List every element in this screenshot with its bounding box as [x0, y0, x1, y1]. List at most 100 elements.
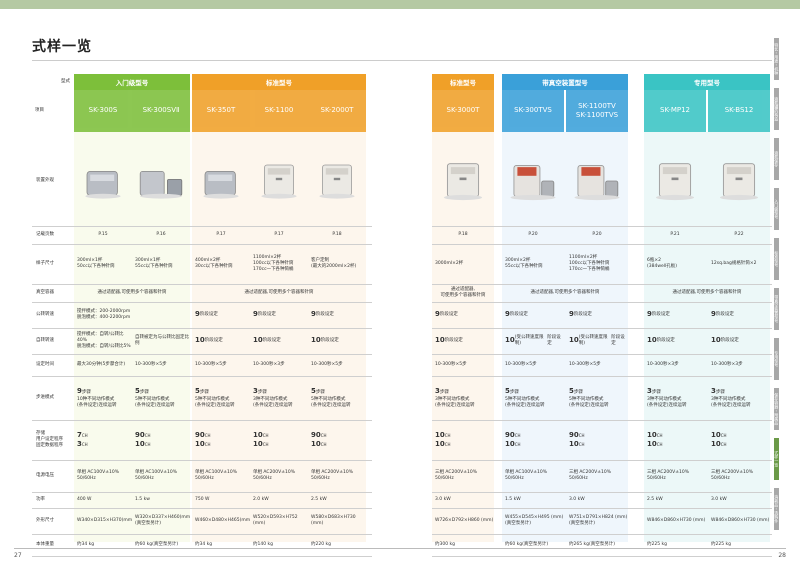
- l-rotation-2-setting: 阶段设定: [204, 337, 223, 343]
- r-time-3: 10-300秒×3步: [647, 361, 679, 367]
- l-steps-1-desc: 5种不同动作模式 (条件设定)连续运转: [135, 396, 175, 408]
- r-steps-0-count: 3步骤: [435, 387, 449, 396]
- r-speed-3: 9 阶段设定: [644, 302, 706, 328]
- side-tab-1[interactable]: 液氮罐的构造: [774, 88, 780, 130]
- r-memory-0-ch-1: CH: [444, 442, 451, 447]
- l-vessel-entry: 通过适配器,可使用多个容器和针筒: [97, 289, 167, 295]
- device-image: [502, 136, 564, 226]
- r-rotation-2-setting: 阶段设定: [611, 334, 625, 346]
- l-model-1: SK-300SVⅡ: [132, 90, 190, 132]
- r-page-1: P.20: [528, 231, 538, 237]
- l-memory-0-line-1: 3CH: [77, 440, 88, 449]
- l-speed-4-setting: 阶段设定: [315, 311, 334, 317]
- l-size-0: W340×D315×H370(mm): [77, 517, 132, 523]
- l-rotation-2: 10 阶段设定: [192, 328, 250, 354]
- row-label-time: 设定时间: [36, 362, 54, 368]
- l-power-0: 400 W: [77, 496, 92, 502]
- r-memory-0-line-1: 10CH: [435, 440, 451, 449]
- r-memory-4: 10CH 10CH: [708, 420, 770, 460]
- l-page-2: P.17: [216, 231, 226, 237]
- title-divider: [32, 60, 772, 61]
- r-steps-2-count: 5步骤: [569, 387, 583, 396]
- l-rotation-1: 自转被定为与公转比固定比例: [135, 334, 189, 346]
- l-memory-1-ch-1: CH: [144, 442, 151, 447]
- l-steps-3-count: 3步骤: [253, 387, 267, 396]
- side-tab-3[interactable]: 入门级型号: [774, 188, 780, 230]
- r-vessel-special: 通过适配器,可使用多个容器和针筒: [672, 289, 742, 295]
- l-weight-1: 约60 kg(真空泵另计): [135, 541, 179, 547]
- l-steps-3-unit: 步骤: [257, 390, 267, 396]
- side-tab-4[interactable]: 标准型号: [774, 238, 780, 280]
- l-voltage-1: 单相 AC100V±10% 50/60Hz: [135, 469, 178, 481]
- l-memory-3-val-1: 10: [253, 440, 263, 448]
- r-group-header-1: 带真空装置型号: [502, 74, 628, 90]
- l-rotation-4: 10 阶段设定: [308, 328, 366, 354]
- side-tab-9[interactable]: 消耗品・选购件: [774, 488, 780, 530]
- l-memory-0: 7CH 3CH: [74, 420, 132, 460]
- r-steps-0-desc: 3种不同动作模式 (条件设定)连续运转: [435, 396, 475, 408]
- r-memory-2-line-1: 10CH: [569, 440, 585, 449]
- r-group-header-0: 标准型号: [432, 74, 494, 90]
- l-rotation-2-main: 10: [195, 336, 205, 345]
- device-photo-r0: [443, 163, 483, 201]
- device-photo-l4: [319, 164, 355, 199]
- side-tab-2[interactable]: 液氮保存: [774, 138, 780, 180]
- l-memory-1-ch-0: CH: [144, 432, 151, 438]
- l-weight-0: 约34 kg: [77, 541, 95, 547]
- r-speed-2-setting: 阶段设定: [573, 311, 592, 317]
- l-speed-0: 搅拌模式：200-2000rpm 脱泡模式：400-2200rpm: [77, 308, 131, 320]
- l-memory-2-line-1: 10CH: [195, 440, 211, 449]
- r-steps-3-desc: 3种不同动作模式 (条件设定)连续运转: [647, 396, 687, 408]
- side-tab-7[interactable]: 保存容器・附属品: [774, 388, 780, 430]
- device-photo-r2: [574, 164, 620, 201]
- r-model-2: SK-1100TV SK-1100TVS: [566, 90, 628, 132]
- device-photo-r4: [719, 163, 759, 201]
- row-label-voltage: 电源电压: [36, 473, 54, 479]
- device-image: [192, 136, 250, 226]
- l-memory-1-val-1: 10: [135, 440, 145, 448]
- r-memory-4-ch-0: CH: [720, 432, 727, 438]
- side-tab-6[interactable]: 专用型号: [774, 338, 780, 380]
- r-memory-4-ch-1: CH: [720, 442, 727, 447]
- device-photo-r1: [510, 164, 556, 201]
- l-memory-1-line-0: 90CH: [135, 431, 151, 440]
- r-vessel-standard: 通过适配器, 可使用多个容器和针筒: [440, 286, 486, 298]
- l-weight-3: 约140 kg: [253, 541, 273, 547]
- device-image: [566, 136, 628, 226]
- r-rotation-0-setting: 阶段设定: [444, 337, 463, 343]
- r-memory-2: 90CH 10CH: [566, 420, 628, 460]
- l-memory-2-val-0: 90: [195, 430, 205, 439]
- r-vessel-vacuum: 通过适配器,可使用多个容器和针筒: [530, 289, 600, 295]
- r-memory-4-val-0: 10: [711, 430, 721, 439]
- r-time-2: 10-300秒×5步: [569, 361, 601, 367]
- r-memory-4-line-0: 10CH: [711, 431, 727, 440]
- r-rotation-1-main: 10: [505, 336, 515, 345]
- l-rotation-3-setting: 阶段设定: [262, 337, 281, 343]
- r-steps-0-unit: 步骤: [439, 390, 449, 396]
- row-label-steps: 步进模式: [36, 395, 54, 401]
- l-rotation-0: 搅拌模式：自转/公转比40% 脱泡模式：自转/公转比5%: [77, 331, 131, 350]
- r-model-3: SK-MP12: [644, 90, 706, 132]
- side-tab-8[interactable]: 式样一览: [774, 438, 780, 480]
- l-time-2: 10-300秒×5步: [195, 361, 227, 367]
- r-memory-3-ch-0: CH: [656, 432, 663, 438]
- l-time-4: 10-300秒×5步: [311, 361, 343, 367]
- r-size-0: W726×D792×H860 (mm): [435, 517, 494, 523]
- l-model-0: SK-300S: [74, 90, 132, 132]
- side-tab-5[interactable]: 带真空装置型号: [774, 288, 780, 330]
- r-memory-2-ch-0: CH: [578, 432, 585, 438]
- r-rotation-1: 10 (受公转速度限制) 阶段设定: [502, 328, 564, 354]
- l-sample-0: 300ml×1杯 50cc以下各种针筒: [77, 257, 115, 269]
- r-rotation-1-setting: 阶段设定: [547, 334, 561, 346]
- l-memory-4: 90CH 10CH: [308, 420, 366, 460]
- l-memory-4-ch-1: CH: [320, 442, 327, 447]
- l-steps-0: 9步骤 10种不同动作模式 (条件设定)连续运转: [74, 376, 132, 420]
- r-steps-4-desc: 3种不同动作模式 (条件设定)连续运转: [711, 396, 751, 408]
- l-steps-4: 5步骤 5种不同动作模式 (条件设定)连续运转: [308, 376, 366, 420]
- l-memory-2: 90CH 10CH: [192, 420, 250, 460]
- side-tab-0[interactable]: 特长・用途・机种: [774, 38, 780, 80]
- l-power-4: 2.5 kW: [311, 496, 327, 502]
- l-voltage-2: 单相 AC100V±10% 50/60Hz: [195, 469, 238, 481]
- r-memory-2-ch-1: CH: [578, 442, 585, 447]
- row-label-photo: 装置外观: [36, 178, 54, 184]
